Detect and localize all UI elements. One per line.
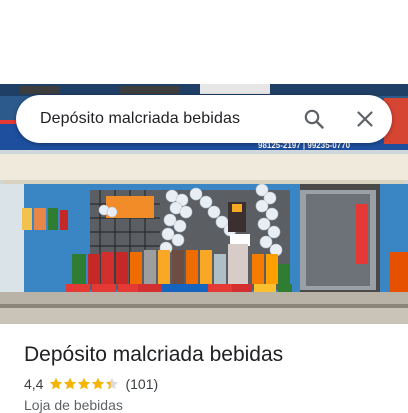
search-button[interactable] [294, 99, 334, 139]
clear-search-button[interactable] [345, 99, 385, 139]
search-input[interactable]: Depósito malcriada bebidas [40, 110, 294, 128]
rating-stars [49, 377, 119, 391]
search-bar[interactable]: Depósito malcriada bebidas [16, 95, 392, 143]
rating-value: 4,4 [24, 376, 44, 392]
star-icon [106, 377, 119, 390]
rating-row[interactable]: 4,4 (101) [24, 375, 394, 393]
place-details: Depósito malcriada bebidas 4,4 (101) Loj… [24, 340, 394, 413]
close-icon [357, 111, 373, 127]
place-category[interactable]: Loja de bebidas [24, 397, 394, 413]
star-icon [50, 377, 63, 390]
star-icon [64, 377, 77, 390]
search-icon [304, 109, 324, 129]
star-icon [92, 377, 105, 390]
place-title: Depósito malcriada bebidas [24, 343, 284, 366]
review-count[interactable]: (101) [125, 376, 158, 392]
star-icon [78, 377, 91, 390]
